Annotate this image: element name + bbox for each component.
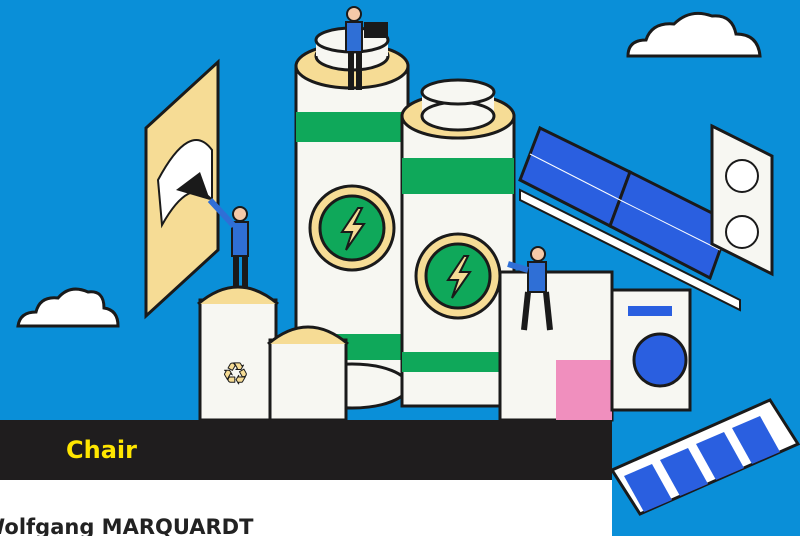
person-name: Wolfgang MARQUARDT	[0, 515, 254, 536]
section-title: Chair	[66, 436, 137, 464]
section-header: Chair	[0, 420, 612, 480]
battery-icon	[400, 78, 516, 408]
gauge-icon	[144, 58, 220, 320]
svg-text:♻: ♻	[222, 357, 249, 392]
card-body: Wolfgang MARQUARDT	[0, 480, 612, 536]
battery-level-icon	[609, 398, 800, 516]
cabinet	[498, 270, 614, 422]
recycle-bin-icon	[267, 325, 349, 422]
washing-machine-icon	[610, 288, 692, 412]
cloud-icon	[16, 287, 120, 328]
chair-card: Chair Wolfgang MARQUARDT	[0, 420, 612, 536]
cloud-icon	[626, 11, 762, 58]
power-outlet-icon	[710, 123, 774, 277]
recycle-bin-icon: ♻	[197, 285, 279, 422]
